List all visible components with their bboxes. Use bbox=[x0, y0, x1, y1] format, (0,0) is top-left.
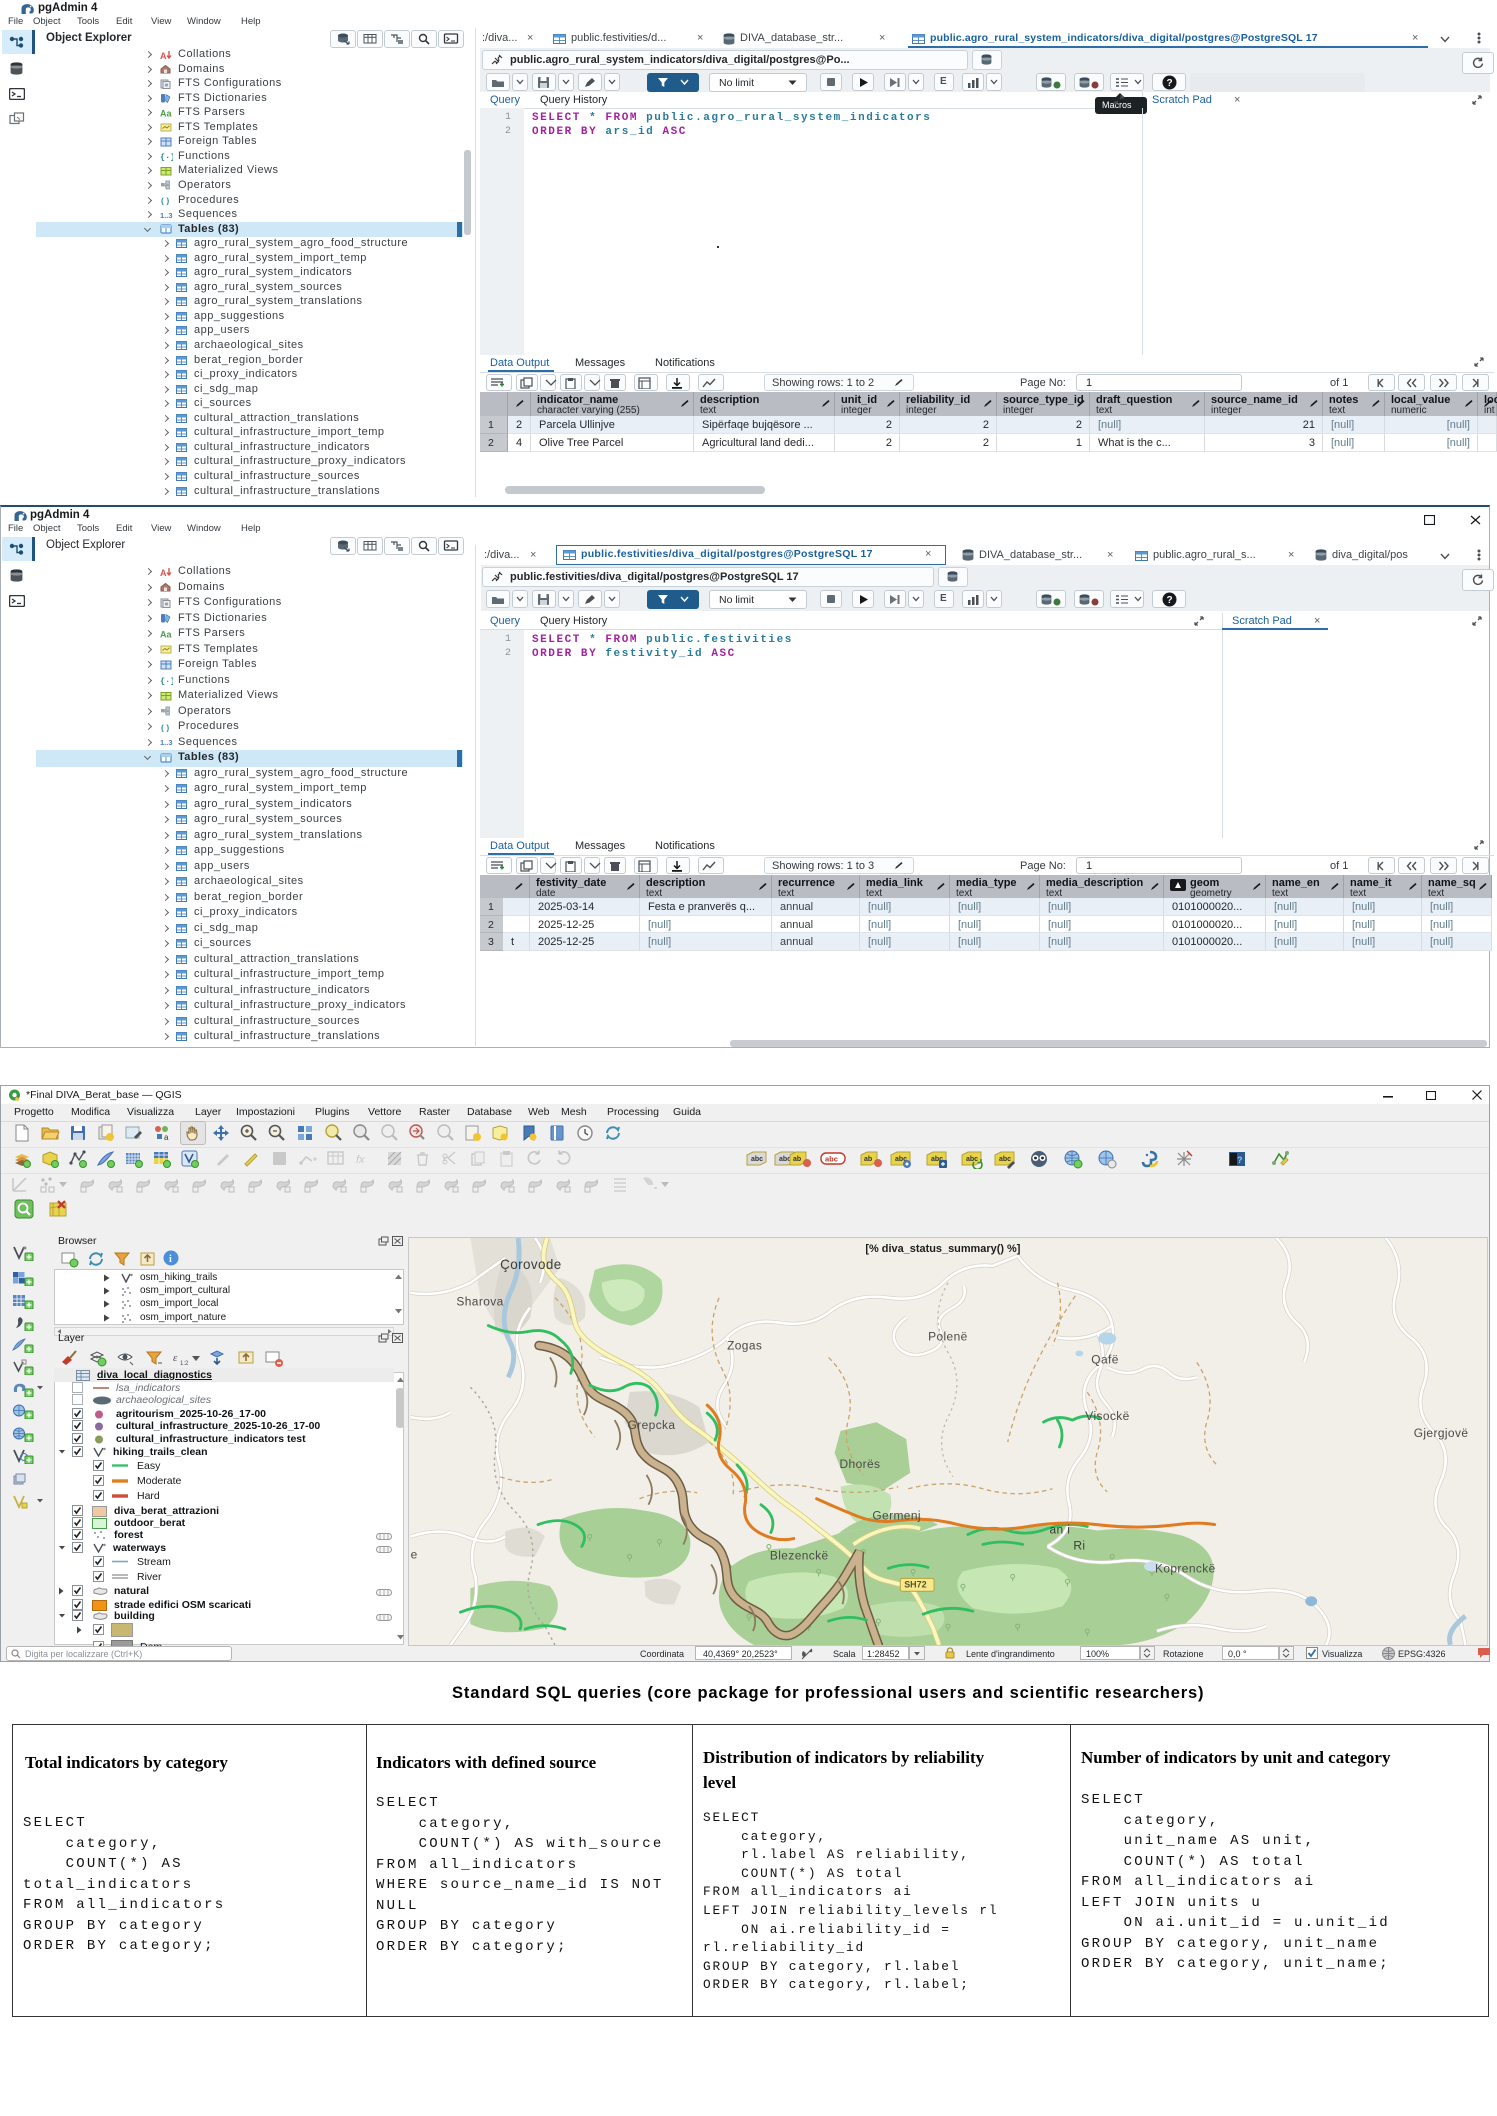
svg-text:Aa: Aa bbox=[160, 108, 172, 118]
svg-text:Ri: Ri bbox=[1073, 1538, 1085, 1552]
svg-text:Blezenckë: Blezenckë bbox=[770, 1548, 829, 1562]
svg-text:abc: abc bbox=[966, 1156, 978, 1163]
svg-text:Koprenckë: Koprenckë bbox=[1155, 1561, 1216, 1575]
svg-text:1..3: 1..3 bbox=[160, 738, 173, 747]
svg-text:Dhorës: Dhorës bbox=[840, 1457, 881, 1471]
svg-text:?: ? bbox=[1167, 78, 1173, 89]
svg-text:(): () bbox=[160, 197, 170, 206]
svg-text:A: A bbox=[160, 51, 167, 60]
svg-text:a: a bbox=[164, 1133, 169, 1142]
svg-text:{·}: {·} bbox=[160, 677, 173, 686]
svg-text:Gjergjovë: Gjergjovë bbox=[1414, 1426, 1469, 1440]
svg-text:SH72: SH72 bbox=[904, 1579, 926, 1589]
svg-text:ε: ε bbox=[173, 1352, 178, 1364]
svg-text:?: ? bbox=[1237, 1155, 1243, 1165]
svg-text:e: e bbox=[411, 1547, 418, 1561]
svg-text:1:2: 1:2 bbox=[180, 1361, 189, 1367]
svg-text:fx: fx bbox=[356, 1154, 365, 1166]
svg-text:i: i bbox=[169, 1254, 172, 1265]
svg-text:(): () bbox=[160, 723, 170, 732]
svg-text:Aa: Aa bbox=[160, 629, 172, 639]
svg-text:Sharova: Sharova bbox=[456, 1295, 503, 1309]
svg-text:?: ? bbox=[1167, 595, 1173, 606]
svg-text:Grepcka: Grepcka bbox=[628, 1418, 676, 1432]
svg-text:[% diva_status_summary() %]: [% diva_status_summary() %] bbox=[865, 1243, 1020, 1255]
svg-text:A: A bbox=[160, 568, 167, 577]
svg-text:abc: abc bbox=[825, 1155, 838, 1164]
svg-text:Çorovode: Çorovode bbox=[500, 1257, 561, 1272]
svg-text:ab: ab bbox=[864, 1156, 872, 1163]
svg-text:Germenj: Germenj bbox=[872, 1509, 921, 1523]
svg-text:Polenë: Polenë bbox=[928, 1329, 968, 1343]
svg-text:abc: abc bbox=[751, 1156, 763, 1163]
svg-text:Zogas: Zogas bbox=[727, 1338, 762, 1352]
svg-text:1..3: 1..3 bbox=[160, 211, 173, 220]
svg-text:Qafë: Qafë bbox=[1091, 1352, 1118, 1366]
svg-text:ab: ab bbox=[793, 1156, 801, 1163]
svg-text:Visockë: Visockë bbox=[1085, 1409, 1129, 1423]
svg-text:abc: abc bbox=[999, 1156, 1011, 1163]
svg-text:an i: an i bbox=[1050, 1523, 1071, 1537]
svg-text:{·}: {·} bbox=[160, 153, 173, 162]
